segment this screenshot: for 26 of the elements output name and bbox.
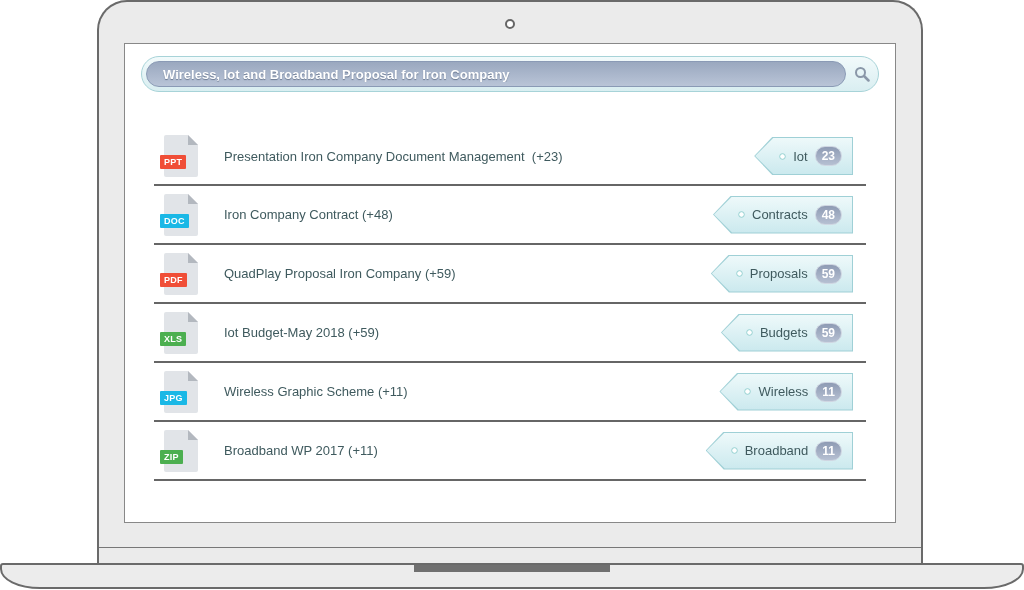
search-icon[interactable] [854, 66, 870, 82]
tag-button[interactable]: Contracts 48 [714, 196, 852, 233]
count-badge: 11 [815, 440, 842, 461]
count-badge: 48 [814, 204, 842, 225]
tag-button[interactable]: Budgets 59 [721, 314, 852, 351]
tag-hole-icon [745, 329, 753, 336]
tag-button[interactable]: Broadband 11 [706, 432, 852, 469]
file-title[interactable]: QuadPlay Proposal Iron Company (+59) [224, 266, 711, 281]
camera-icon [505, 19, 515, 29]
count-badge: 11 [815, 381, 842, 402]
tag-hole-icon [730, 447, 738, 454]
count-badge: 23 [814, 146, 842, 166]
tag-hole-icon [738, 211, 745, 218]
file-title[interactable]: Presentation Iron Company Document Management (+23) [224, 148, 755, 164]
tag-hole-icon [735, 270, 743, 277]
file-title[interactable]: Broadband WP 2017 (+11) [224, 443, 706, 458]
tag-hole-icon [744, 388, 752, 395]
tag-hole-icon [779, 152, 787, 160]
tag-button[interactable]: Wireless 11 [720, 373, 852, 410]
file-title[interactable]: Wireless Graphic Scheme (+11) [224, 384, 720, 399]
tag-button[interactable]: Proposals 59 [711, 255, 852, 292]
file-title[interactable]: Iot Budget-May 2018 (+59) [224, 325, 721, 340]
tag-button[interactable]: Iot 23 [755, 138, 852, 174]
count-badge: 59 [814, 263, 842, 284]
file-title[interactable]: Iron Company Contract (+48) [224, 207, 713, 222]
count-badge: 59 [814, 322, 842, 343]
